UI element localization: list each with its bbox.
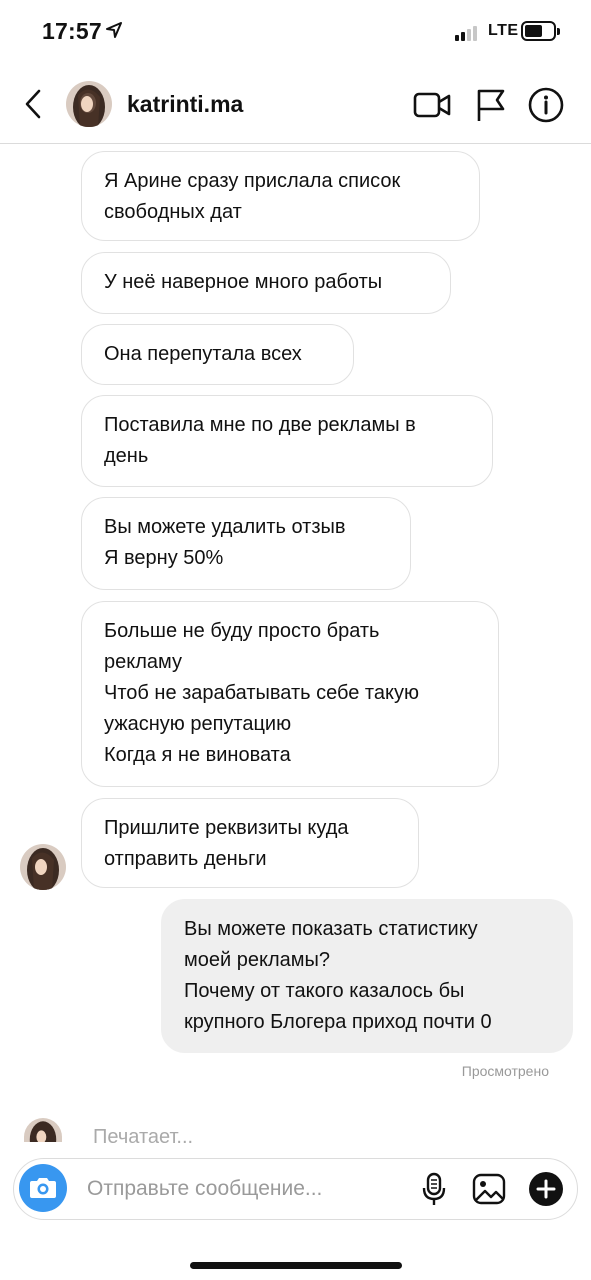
camera-icon — [30, 1178, 56, 1198]
back-chevron-icon[interactable] — [20, 86, 50, 122]
gallery-icon[interactable] — [471, 1171, 507, 1207]
status-time: 17:57 — [42, 18, 102, 44]
video-call-icon[interactable] — [412, 86, 452, 124]
message-composer[interactable]: Отправьте сообщение... — [13, 1158, 578, 1220]
info-icon[interactable] — [526, 86, 566, 124]
message-bubble[interactable]: Она перепутала всех — [81, 324, 354, 385]
home-indicator[interactable] — [190, 1262, 402, 1269]
microphone-icon[interactable] — [416, 1171, 452, 1207]
flag-icon[interactable] — [471, 86, 511, 124]
avatar[interactable] — [20, 844, 66, 890]
chat-header: katrinti.ma — [0, 64, 591, 144]
avatar[interactable] — [66, 81, 112, 127]
plus-icon[interactable] — [528, 1171, 564, 1207]
typing-indicator: Печатает... — [93, 1126, 194, 1148]
avatar — [24, 1118, 62, 1142]
message-bubble[interactable]: Поставила мне по две рекламы в день — [81, 395, 493, 487]
message-bubble[interactable]: Вы можете удалить отзыв Я верну 50% — [81, 497, 411, 590]
message-bubble[interactable]: У неё наверное много работы — [81, 252, 451, 314]
seen-status: Просмотрено — [461, 1063, 549, 1079]
network-type: LTE — [488, 22, 519, 39]
location-arrow-icon — [106, 22, 122, 38]
status-bar: 17:57 LTE — [0, 0, 591, 64]
battery-icon — [521, 21, 560, 41]
chat-username[interactable]: katrinti.ma — [127, 91, 243, 118]
message-bubble[interactable]: Больше не буду просто брать рекламу Чтоб… — [81, 601, 499, 787]
camera-button[interactable] — [19, 1164, 67, 1212]
message-bubble[interactable]: Пришлите реквизиты куда отправить деньги — [81, 798, 419, 888]
message-input[interactable]: Отправьте сообщение... — [87, 1177, 322, 1201]
signal-icon — [455, 25, 483, 41]
my-message-bubble[interactable]: Вы можете показать статистику моей рекла… — [161, 899, 573, 1053]
message-bubble[interactable]: Я Арине сразу прислала список свободных … — [81, 151, 480, 241]
